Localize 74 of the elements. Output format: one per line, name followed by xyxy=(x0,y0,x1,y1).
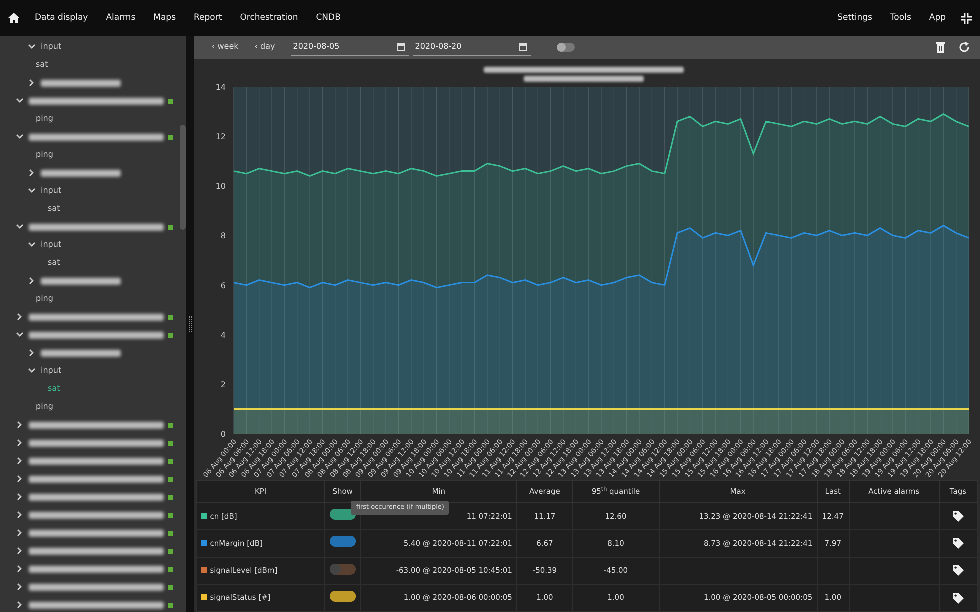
toggle-switch[interactable] xyxy=(557,42,576,52)
toggle-switch[interactable] xyxy=(330,590,356,602)
chevron-down-icon[interactable] xyxy=(16,98,24,104)
nav-link[interactable]: Report xyxy=(185,12,232,24)
home-icon[interactable] xyxy=(8,12,20,24)
nav-link[interactable]: Settings xyxy=(828,12,882,24)
toggle-switch[interactable] xyxy=(330,509,356,520)
nav-link[interactable]: Orchestration xyxy=(231,12,308,24)
y-tick-label: 12 xyxy=(216,132,226,142)
tree-item[interactable]: ping xyxy=(36,401,54,414)
chevron-right-icon[interactable] xyxy=(28,349,36,358)
tree-item[interactable]: input xyxy=(41,365,62,378)
tree-item[interactable]: input xyxy=(41,41,62,54)
chevron-right-icon[interactable] xyxy=(16,601,24,610)
chevron-down-icon[interactable] xyxy=(16,332,24,338)
chevron-right-icon[interactable] xyxy=(28,79,36,88)
tree-item[interactable]: ping xyxy=(36,149,54,162)
nav-link[interactable]: CNDB xyxy=(307,12,350,24)
chevron-right-icon[interactable] xyxy=(16,313,24,322)
chevron-right-icon[interactable] xyxy=(16,475,24,484)
tree-item[interactable]: ping xyxy=(36,293,54,306)
chevron-right-icon[interactable] xyxy=(16,493,24,502)
y-tick-label: 14 xyxy=(216,82,226,92)
step-button[interactable]: ‹ day xyxy=(246,41,284,54)
nav-link[interactable]: App xyxy=(920,12,955,24)
tag-icon[interactable] xyxy=(952,592,964,604)
compress-icon[interactable] xyxy=(961,12,972,24)
chevron-right-icon[interactable] xyxy=(16,511,24,520)
tree-item[interactable]: input xyxy=(41,239,62,252)
toggle-switch[interactable] xyxy=(330,536,356,548)
step-button[interactable]: ‹ week xyxy=(204,41,247,54)
chevron-right-icon[interactable] xyxy=(16,439,24,448)
chevron-right-icon[interactable] xyxy=(16,457,24,466)
tag-icon[interactable] xyxy=(952,565,964,576)
scrollbar-thumb[interactable] xyxy=(180,125,186,230)
toggle-switch[interactable] xyxy=(330,564,356,574)
chevron-right-icon[interactable] xyxy=(16,421,24,430)
chevron-down-icon[interactable] xyxy=(16,134,24,140)
tag-icon[interactable] xyxy=(952,510,964,522)
chevron-right-icon[interactable] xyxy=(16,583,24,592)
tree-item[interactable]: sat xyxy=(48,203,60,216)
y-tick-label: 6 xyxy=(220,281,226,290)
chevron-right-icon[interactable] xyxy=(28,169,36,178)
y-tick-label: 2 xyxy=(220,380,226,390)
calendar-icon[interactable] xyxy=(397,43,406,52)
resize-handle[interactable] xyxy=(188,316,192,332)
chevron-right-icon[interactable] xyxy=(16,547,24,556)
nav-link[interactable]: Tools xyxy=(881,12,920,24)
tree-item[interactable]: sat xyxy=(48,383,60,396)
calendar-icon[interactable] xyxy=(519,43,528,52)
y-tick-label: 8 xyxy=(220,231,226,240)
chevron-down-icon[interactable] xyxy=(28,242,36,248)
refresh-icon[interactable] xyxy=(959,42,970,53)
nav-link[interactable]: Data display xyxy=(26,12,98,24)
date-field[interactable]: 2020-08-05 xyxy=(291,38,410,56)
y-tick-label: 10 xyxy=(216,182,226,191)
y-tick-label: 4 xyxy=(220,330,226,340)
chevron-right-icon[interactable] xyxy=(16,565,24,574)
chevron-right-icon[interactable] xyxy=(28,277,36,286)
chevron-down-icon[interactable] xyxy=(16,224,24,230)
tree-item[interactable]: sat xyxy=(48,257,60,270)
y-tick-label: 0 xyxy=(220,430,226,439)
chevron-down-icon[interactable] xyxy=(28,44,36,50)
tree-item[interactable]: sat xyxy=(36,59,48,72)
chevron-down-icon[interactable] xyxy=(28,188,36,194)
nav-link[interactable]: Alarms xyxy=(97,12,145,24)
date-field[interactable]: 2020-08-20 xyxy=(413,38,532,56)
tree-item[interactable]: ping xyxy=(36,113,54,126)
tag-icon[interactable] xyxy=(952,538,964,550)
tree-item[interactable]: input xyxy=(41,185,62,198)
chevron-right-icon[interactable] xyxy=(16,529,24,538)
trash-icon[interactable] xyxy=(936,42,945,53)
chevron-down-icon[interactable] xyxy=(28,368,36,374)
nav-link[interactable]: Maps xyxy=(144,12,186,24)
